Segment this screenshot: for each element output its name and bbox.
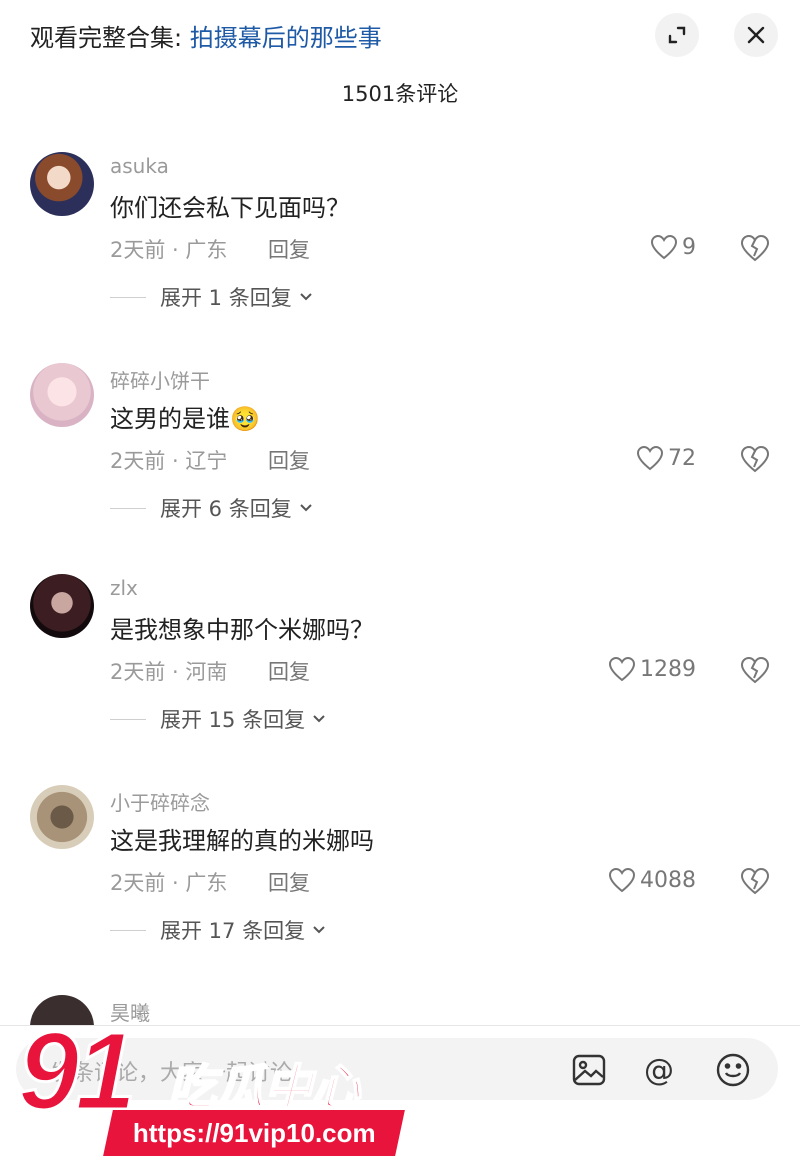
broken-heart-icon <box>740 234 770 262</box>
watermark-title: 吃瓜中心 <box>167 1059 361 1117</box>
expand-icon <box>668 26 686 44</box>
close-button[interactable] <box>734 13 778 57</box>
comment-item: 小于碎碎念 这是我理解的真的米娜吗 2天前 · 广东 回复 4088 展开 17… <box>0 785 800 985</box>
heart-icon <box>608 867 636 893</box>
expand-replies-label: 展开 17 条回复 <box>160 919 306 943</box>
dislike-button[interactable] <box>738 864 772 898</box>
image-button[interactable] <box>570 1051 608 1089</box>
like-count: 1289 <box>640 656 696 682</box>
reply-button[interactable]: 回复 <box>268 445 310 475</box>
comment-text: 这男的是谁🥹 <box>110 405 260 433</box>
expand-replies-label: 展开 6 条回复 <box>160 497 292 521</box>
avatar[interactable] <box>30 152 94 216</box>
divider <box>110 507 146 509</box>
avatar[interactable] <box>30 363 94 427</box>
like-count: 9 <box>682 234 696 260</box>
reply-button[interactable]: 回复 <box>268 656 310 686</box>
comment-meta: 2天前 · 广东 <box>110 238 228 262</box>
dislike-button[interactable] <box>738 653 772 687</box>
comment-username[interactable]: 小于碎碎念 <box>110 787 210 816</box>
image-icon <box>572 1054 606 1086</box>
divider <box>110 929 146 931</box>
heart-icon <box>650 234 678 260</box>
comment-item: zlx 是我想象中那个米娜吗？ 2天前 · 河南 回复 1289 展开 15 条… <box>0 574 800 774</box>
like-count: 72 <box>668 445 696 471</box>
header: 观看完整合集: 拍摄幕后的那些事 <box>0 0 800 70</box>
expand-replies-button[interactable]: 展开 6 条回复 <box>110 493 314 523</box>
expand-button[interactable] <box>655 13 699 57</box>
divider <box>110 296 146 298</box>
comment-text: 你们还会私下见面吗？ <box>110 194 350 222</box>
expand-replies-label: 展开 15 条回复 <box>160 708 306 732</box>
heart-icon <box>636 445 664 471</box>
expand-replies-button[interactable]: 展开 17 条回复 <box>110 915 327 945</box>
watermark-logo: 91 吃瓜中心 https://91vip10.com <box>16 1008 405 1168</box>
comment-username[interactable]: 碎碎小饼干 <box>110 365 210 394</box>
expand-replies-button[interactable]: 展开 15 条回复 <box>110 704 327 734</box>
comment-username[interactable]: zlx <box>110 576 138 600</box>
heart-icon <box>608 656 636 682</box>
broken-heart-icon <box>740 867 770 895</box>
avatar[interactable] <box>30 785 94 849</box>
comment-text: 是我想象中那个米娜吗？ <box>110 616 374 644</box>
broken-heart-icon <box>740 656 770 684</box>
emoji-icon <box>716 1053 750 1087</box>
dislike-button[interactable] <box>738 231 772 265</box>
dislike-button[interactable] <box>738 442 772 476</box>
like-button[interactable]: 1289 <box>608 654 696 684</box>
collection-link[interactable]: 拍摄幕后的那些事 <box>190 24 382 52</box>
comment-meta: 2天前 · 河南 <box>110 660 228 684</box>
expand-replies-button[interactable]: 展开 1 条回复 <box>110 282 314 312</box>
collection-banner[interactable]: 观看完整合集: 拍摄幕后的那些事 <box>30 18 382 53</box>
watermark-url-text: https://91vip10.com <box>132 1117 376 1148</box>
reply-button[interactable]: 回复 <box>268 867 310 897</box>
chevron-down-icon <box>298 502 314 514</box>
broken-heart-icon <box>740 445 770 473</box>
comment-meta: 2天前 · 广东 <box>110 871 228 895</box>
mention-button[interactable]: @ <box>640 1051 678 1089</box>
reply-button[interactable]: 回复 <box>268 234 310 264</box>
like-button[interactable]: 9 <box>650 232 696 262</box>
chevron-down-icon <box>311 713 327 725</box>
watermark-url: https://91vip10.com <box>103 1110 405 1156</box>
comment-text: 这是我理解的真的米娜吗 <box>110 827 374 855</box>
comment-username[interactable]: asuka <box>110 154 169 178</box>
at-icon: @ <box>644 1052 674 1088</box>
like-button[interactable]: 4088 <box>608 865 696 895</box>
comment-meta: 2天前 · 辽宁 <box>110 449 228 473</box>
expand-replies-label: 展开 1 条回复 <box>160 286 292 310</box>
comment-count: 1501条评论 <box>341 82 459 106</box>
collection-prefix: 观看完整合集: <box>30 24 190 52</box>
close-icon <box>747 26 765 44</box>
chevron-down-icon <box>298 291 314 303</box>
avatar[interactable] <box>30 574 94 638</box>
divider <box>110 718 146 720</box>
comment-item: 碎碎小饼干 这男的是谁🥹 2天前 · 辽宁 回复 72 展开 6 条回复 <box>0 363 800 563</box>
comment-item: asuka 你们还会私下见面吗？ 2天前 · 广东 回复 9 展开 1 条回复 <box>0 152 800 352</box>
emoji-button[interactable] <box>714 1051 752 1089</box>
chevron-down-icon <box>311 924 327 936</box>
like-button[interactable]: 72 <box>636 443 696 473</box>
like-count: 4088 <box>640 867 696 893</box>
